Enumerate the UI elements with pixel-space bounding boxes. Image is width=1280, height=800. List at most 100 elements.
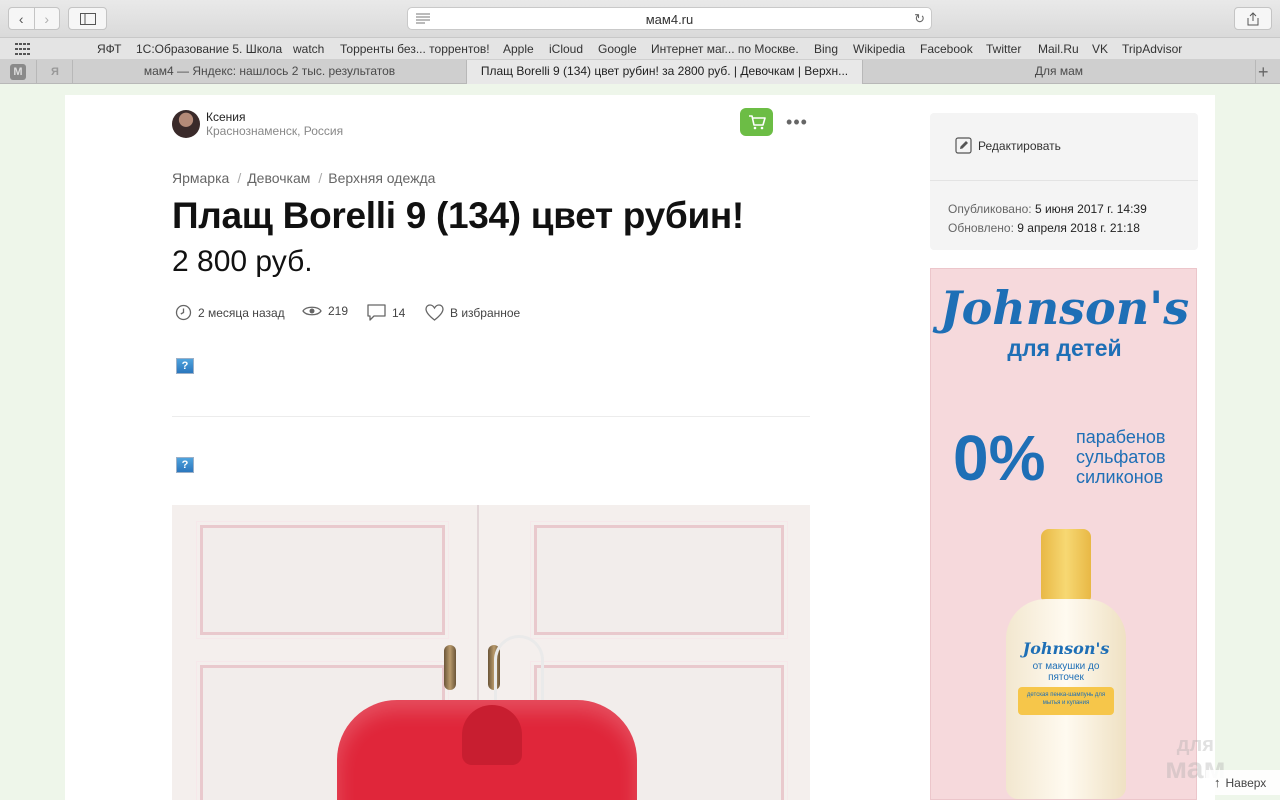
stat-views: 219 — [302, 304, 348, 318]
pinned-tab-yandex[interactable]: Я — [37, 60, 73, 84]
ad-list-item: сульфатов — [1076, 447, 1166, 467]
photo-panel — [530, 521, 788, 639]
bookmark-item[interactable]: Bing — [814, 42, 838, 56]
tab-for-moms[interactable]: Для мам — [863, 60, 1256, 84]
bottle-brand: Johnson's — [1022, 639, 1110, 658]
share-button[interactable] — [1234, 7, 1272, 30]
bookmark-item[interactable]: Интернет маг... по Москве. — [651, 42, 799, 56]
pinned-tab-label: M — [10, 64, 26, 80]
url-text: мам4.ru — [645, 12, 694, 27]
product-photo[interactable] — [172, 505, 810, 800]
bottle-line: от макушки до пяточек — [1032, 661, 1100, 683]
bookmark-item[interactable]: Apple — [503, 42, 534, 56]
eye-icon — [302, 306, 322, 316]
ad-list-item: парабенов — [1076, 427, 1166, 447]
bookmark-item[interactable]: VK — [1092, 42, 1108, 56]
pinned-tab-label: Я — [51, 66, 59, 78]
favorite-label: В избранное — [450, 305, 521, 320]
ad-subtitle: для детей — [1007, 335, 1122, 361]
tab-listing[interactable]: Плащ Borelli 9 (134) цвет рубин! за 2800… — [467, 60, 863, 84]
forward-button[interactable]: › — [33, 8, 60, 29]
bookmark-item[interactable]: Facebook — [920, 42, 973, 56]
heart-icon — [425, 304, 444, 321]
bookmark-item[interactable]: watch — [293, 42, 324, 56]
address-bar[interactable]: мам4.ru ↻ — [407, 7, 932, 30]
listing-meta-box: Редактировать Опубликовано: 5 июня 2017 … — [930, 113, 1198, 250]
bottle-desc: детская пенка-шампунь для мытья и купани… — [1018, 687, 1114, 715]
favorite-button[interactable]: В избранное — [425, 304, 520, 321]
bookmark-item[interactable]: 1С:Образование 5. Школа — [136, 42, 282, 56]
breadcrumb-item[interactable]: Ярмарка — [172, 170, 229, 186]
breadcrumb: Ярмарка / Девочкам / Верхняя одежда — [172, 170, 435, 186]
back-button[interactable]: ‹ — [9, 8, 34, 29]
breadcrumb-item[interactable]: Девочкам — [247, 170, 310, 186]
ad-list: парабенов сульфатов силиконов — [1076, 427, 1166, 487]
bookmark-item[interactable]: Wikipedia — [853, 42, 905, 56]
stat-comments-count: 14 — [392, 305, 406, 320]
stat-comments[interactable]: 14 — [367, 304, 405, 321]
breadcrumb-item[interactable]: Верхняя одежда — [328, 170, 435, 186]
broken-image-icon: ? — [176, 457, 194, 473]
bookmark-item[interactable]: iCloud — [549, 42, 583, 56]
stat-age: 2 месяца назад — [175, 304, 285, 321]
sidebar-toggle-button[interactable] — [68, 7, 107, 30]
breadcrumb-separator: / — [237, 170, 242, 186]
bookmark-item[interactable]: TripAdvisor — [1122, 42, 1182, 56]
back-to-top-label: Наверх — [1225, 775, 1267, 790]
photo-jacket-collar — [462, 705, 522, 765]
reload-icon[interactable]: ↻ — [914, 11, 925, 27]
nav-buttons: ‹ › — [8, 7, 60, 30]
published-date: Опубликовано: 5 июня 2017 г. 14:39 — [948, 202, 1147, 216]
arrow-up-icon: ↑ — [1214, 775, 1221, 790]
bookmark-item[interactable]: ЯФТ — [97, 42, 121, 56]
stat-age-text: 2 месяца назад — [198, 305, 285, 320]
breadcrumb-separator: / — [318, 170, 323, 186]
ad-banner[interactable]: Johnson's для детей 0% парабенов сульфат… — [930, 268, 1197, 800]
ad-brand: Johnson's — [939, 281, 1190, 335]
new-tab-button[interactable]: + — [1258, 62, 1269, 83]
ad-product-bottle: Johnson's от макушки до пяточек детская … — [1006, 529, 1126, 799]
browser-toolbar: ‹ › мам4.ru ↻ — [0, 0, 1280, 38]
edit-button[interactable]: Редактировать — [955, 137, 1061, 154]
divider — [172, 416, 810, 417]
apps-grid-icon[interactable] — [15, 43, 30, 55]
page-title: Плащ Borelli 9 (134) цвет рубин! — [172, 195, 744, 236]
bottle-cap — [1041, 529, 1091, 601]
broken-image-icon: ? — [176, 358, 194, 374]
pinned-tab-mail[interactable]: M — [0, 60, 37, 84]
avatar[interactable] — [172, 110, 200, 138]
price: 2 800 руб. — [172, 245, 313, 278]
cart-button[interactable] — [740, 108, 773, 136]
divider — [930, 180, 1198, 181]
published-label: Опубликовано: — [948, 202, 1032, 216]
edit-label: Редактировать — [978, 138, 1061, 153]
bookmark-item[interactable]: Mail.Ru — [1038, 42, 1079, 56]
bookmark-item[interactable]: Google — [598, 42, 637, 56]
ad-list-item: силиконов — [1076, 467, 1164, 487]
back-to-top-button[interactable]: ↑ Наверх — [1206, 770, 1280, 795]
ad-percent: 0% — [953, 422, 1046, 494]
chevron-left-icon: ‹ — [18, 10, 24, 27]
share-icon — [1247, 11, 1259, 25]
clock-icon — [175, 304, 192, 321]
tab-yandex-search[interactable]: мам4 — Яндекс: нашлось 2 тыс. результато… — [73, 60, 467, 84]
updated-label: Обновлено: — [948, 221, 1014, 235]
chevron-right-icon: › — [44, 10, 50, 27]
cart-icon — [748, 115, 766, 130]
more-dots-icon: ••• — [786, 111, 808, 132]
bookmark-item[interactable]: Twitter — [986, 42, 1021, 56]
author-city: Краснознаменск, Россия — [206, 124, 344, 138]
bookmarks-bar: ЯФТ 1С:Образование 5. Школа watch Торрен… — [0, 38, 1280, 60]
updated-date: Обновлено: 9 апреля 2018 г. 21:18 — [948, 221, 1140, 235]
comment-icon — [367, 304, 386, 321]
edit-icon — [955, 137, 972, 154]
tab-bar: M Я мам4 — Яндекс: нашлось 2 тыс. резуль… — [0, 60, 1280, 84]
published-value: 5 июня 2017 г. 14:39 — [1034, 202, 1147, 216]
photo-door-handle — [444, 645, 456, 690]
sidebar-icon — [79, 12, 96, 25]
more-options-button[interactable]: ••• — [786, 110, 808, 134]
author-name[interactable]: Ксения — [206, 110, 246, 124]
updated-value: 9 апреля 2018 г. 21:18 — [1017, 221, 1140, 235]
photo-panel — [196, 521, 449, 639]
bookmark-item[interactable]: Торренты без... торрентов! — [340, 42, 490, 56]
